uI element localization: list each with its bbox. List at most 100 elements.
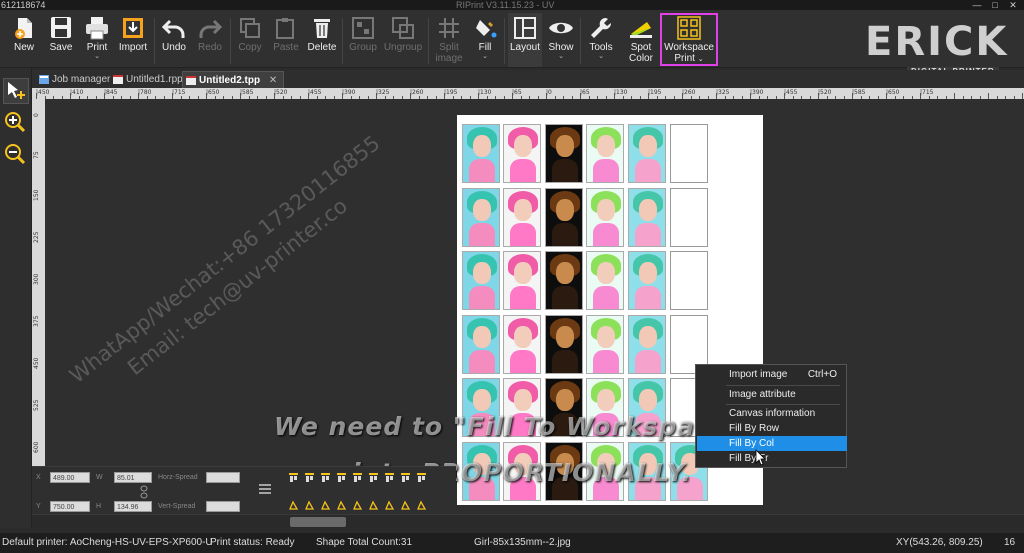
transform-tool-icon[interactable]: [336, 500, 347, 511]
same-size-icon[interactable]: [416, 472, 427, 483]
tools-dropdown-icon[interactable]: ⌄: [584, 53, 618, 60]
empty-frame-slot[interactable]: [670, 188, 708, 247]
tiled-image[interactable]: [628, 251, 666, 310]
print-button[interactable]: Print ⌄: [80, 13, 114, 67]
transform-tool-icon[interactable]: [416, 500, 427, 511]
tiled-image[interactable]: [503, 188, 541, 247]
ruler-tick-label: |130: [614, 89, 628, 96]
select-tool-button[interactable]: [3, 78, 29, 104]
empty-frame-slot[interactable]: [670, 124, 708, 183]
window-id-text: 612118674: [1, 0, 46, 10]
copy-button[interactable]: Copy: [234, 13, 266, 67]
tab-close-icon[interactable]: ✕: [269, 72, 277, 89]
undo-button[interactable]: Undo: [158, 13, 190, 67]
tab-untitled2[interactable]: Untitled2.tpp ✕: [182, 71, 285, 89]
transform-tool-icon[interactable]: [320, 500, 331, 511]
new-button[interactable]: New: [6, 13, 42, 67]
paste-button[interactable]: Paste: [270, 13, 302, 67]
align-right-icon[interactable]: [368, 472, 379, 483]
zoom-in-button[interactable]: [3, 110, 29, 136]
scrollbar-thumb[interactable]: [290, 517, 346, 527]
tiled-image[interactable]: [628, 315, 666, 374]
tiled-image[interactable]: [545, 124, 583, 183]
transform-tool-icon[interactable]: [352, 500, 363, 511]
tab-untitled1[interactable]: Untitled1.rpp: [110, 71, 189, 88]
y-position-input[interactable]: 750.00: [50, 501, 90, 512]
lock-ratio-icon[interactable]: [140, 485, 148, 499]
x-position-input[interactable]: 489.00: [50, 472, 90, 483]
tiled-image[interactable]: [545, 188, 583, 247]
transform-tool-icon[interactable]: [400, 500, 411, 511]
transform-tool-icon[interactable]: [288, 500, 299, 511]
close-window-button[interactable]: ✕: [1006, 0, 1020, 10]
ungroup-button[interactable]: Ungroup: [382, 13, 424, 67]
tiled-image[interactable]: [462, 251, 500, 310]
tiled-image[interactable]: [503, 251, 541, 310]
tiled-image[interactable]: [586, 315, 624, 374]
minimize-button[interactable]: —: [970, 0, 984, 10]
tiled-image[interactable]: [462, 188, 500, 247]
show-button[interactable]: Show ⌄: [546, 13, 576, 67]
ruler-tick-label: 300: [33, 273, 40, 285]
delete-button[interactable]: Delete: [306, 13, 338, 67]
transform-tool-icon[interactable]: [384, 500, 395, 511]
tiled-image[interactable]: [586, 251, 624, 310]
empty-frame-slot[interactable]: [670, 251, 708, 310]
tiled-image[interactable]: [545, 251, 583, 310]
image-body-shape: [593, 286, 619, 309]
horz-spread-input[interactable]: [206, 472, 240, 483]
tiled-image[interactable]: [628, 124, 666, 183]
ruler-tick-label: |65: [512, 89, 522, 96]
tiled-image[interactable]: [586, 124, 624, 183]
vert-spread-input[interactable]: [206, 501, 240, 512]
layout-button[interactable]: Layout: [508, 13, 542, 67]
align-left-icon[interactable]: [336, 472, 347, 483]
tiled-image[interactable]: [462, 315, 500, 374]
import-button[interactable]: Import: [116, 13, 150, 67]
zoom-in-icon: [5, 112, 26, 133]
transform-tool-icon[interactable]: [368, 500, 379, 511]
menu-item-fill-by-col[interactable]: Fill By Col: [697, 436, 847, 451]
align-center-icon[interactable]: [352, 472, 363, 483]
tab-job-manager[interactable]: Job manager: [36, 71, 116, 88]
tiled-image[interactable]: [503, 315, 541, 374]
menu-item-fill-by-frame[interactable]: Fill By Fr: [697, 451, 847, 466]
tiled-image[interactable]: [503, 124, 541, 183]
tiled-image[interactable]: [462, 124, 500, 183]
ruler-tick-label: |260: [682, 89, 696, 96]
tiled-image[interactable]: [628, 188, 666, 247]
align-top-icon[interactable]: [288, 472, 299, 483]
maximize-button[interactable]: □: [988, 0, 1002, 10]
show-dropdown-icon[interactable]: ⌄: [546, 53, 576, 60]
print-dropdown-icon[interactable]: ⌄: [80, 53, 114, 60]
menu-item-canvas-information[interactable]: Canvas information: [697, 406, 847, 421]
zoom-out-button[interactable]: [3, 142, 29, 168]
spot-color-button[interactable]: Spot Color: [624, 13, 658, 67]
status-print-status: Print status: Ready: [210, 537, 295, 548]
menu-item-import-image[interactable]: Import image Ctrl+O: [697, 367, 847, 382]
align-middle-icon[interactable]: [304, 472, 315, 483]
workspace-canvas[interactable]: WhatApp/Wechat:+86 17320116855 Email: te…: [45, 99, 1024, 514]
menu-item-image-attribute[interactable]: Image attribute: [697, 387, 847, 402]
horizontal-scrollbar[interactable]: [32, 514, 1024, 528]
width-input[interactable]: 85.01: [114, 472, 152, 483]
align-bottom-icon[interactable]: [320, 472, 331, 483]
group-button[interactable]: Group: [346, 13, 380, 67]
left-toolbar: [0, 68, 32, 528]
split-image-button[interactable]: Split image: [432, 13, 466, 67]
copy-icon: [240, 18, 260, 38]
transform-tool-icon[interactable]: [304, 500, 315, 511]
tools-button[interactable]: Tools ⌄: [584, 13, 618, 67]
horz-spread-label: Horz-Spread: [158, 474, 198, 481]
distribute-h-icon[interactable]: [384, 472, 395, 483]
menu-item-fill-by-row[interactable]: Fill By Row: [697, 421, 847, 436]
height-input[interactable]: 134.96: [114, 501, 152, 512]
tiled-image[interactable]: [545, 315, 583, 374]
redo-button[interactable]: Redo: [194, 13, 226, 67]
save-button[interactable]: Save: [44, 13, 78, 67]
tiled-image[interactable]: [586, 188, 624, 247]
fill-button[interactable]: Fill ⌄: [470, 13, 500, 67]
align-menu-icon[interactable]: [258, 483, 272, 495]
distribute-v-icon[interactable]: [400, 472, 411, 483]
fill-dropdown-icon[interactable]: ⌄: [470, 53, 500, 60]
